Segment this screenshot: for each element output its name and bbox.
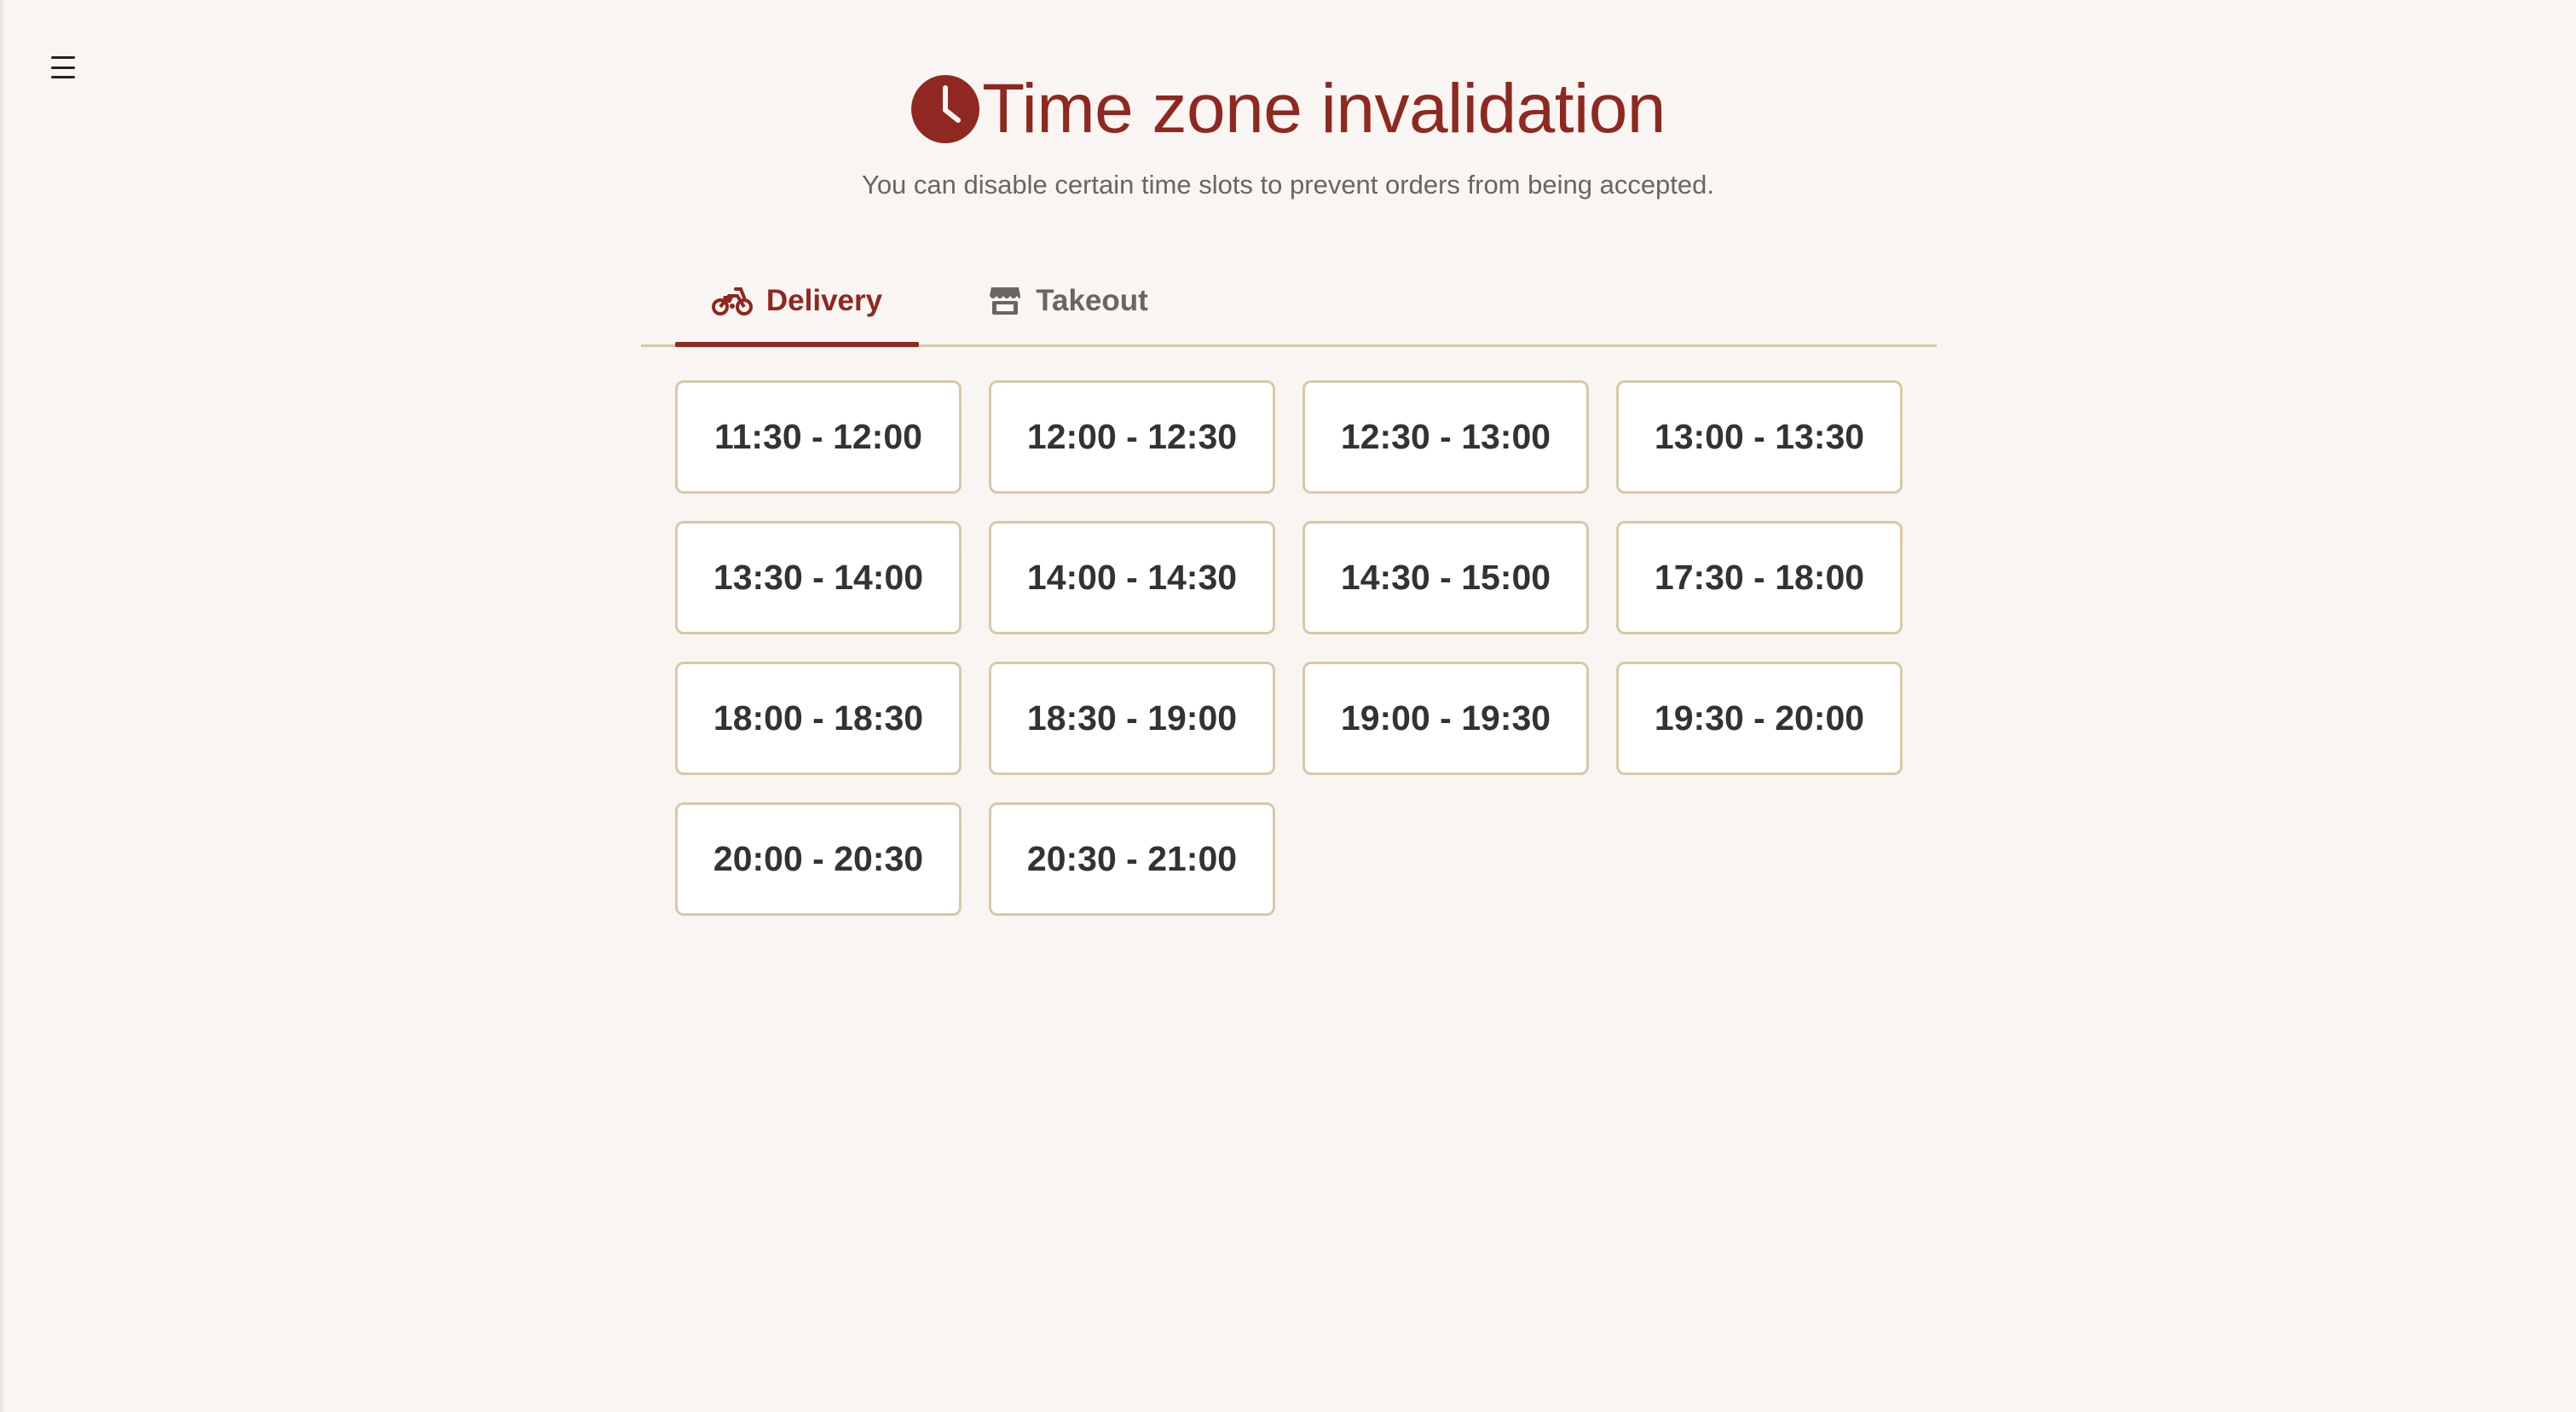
menu-line (51, 56, 75, 59)
time-slot-button[interactable]: 20:00 - 20:30 (675, 802, 962, 916)
page-header: Time zone invalidation You can disable c… (0, 68, 2576, 201)
time-slot-button[interactable]: 18:30 - 19:00 (989, 662, 1275, 775)
tab-delivery[interactable]: Delivery (675, 258, 919, 347)
time-slot-button[interactable]: 12:00 - 12:30 (989, 380, 1275, 494)
store-icon (988, 284, 1022, 318)
time-slot-button[interactable]: 12:30 - 13:00 (1302, 380, 1589, 494)
tab-bar: Delivery Takeout (641, 258, 1937, 347)
motorcycle-icon (711, 286, 753, 316)
time-slot-button[interactable]: 11:30 - 12:00 (675, 380, 962, 494)
title-row: Time zone invalidation (910, 68, 1666, 150)
time-slot-button[interactable]: 19:00 - 19:30 (1302, 662, 1589, 775)
time-slot-button[interactable]: 20:30 - 21:00 (989, 802, 1275, 916)
time-slot-button[interactable]: 14:00 - 14:30 (989, 521, 1275, 634)
page-subtitle: You can disable certain time slots to pr… (861, 170, 1715, 200)
tab-label: Takeout (1036, 284, 1148, 317)
clock-icon (911, 75, 980, 143)
page-title: Time zone invalidation (982, 70, 1666, 148)
time-slot-button[interactable]: 13:30 - 14:00 (675, 521, 962, 634)
tab-takeout[interactable]: Takeout (970, 258, 1166, 344)
time-slot-button[interactable]: 13:00 - 13:30 (1616, 380, 1903, 494)
time-slot-button[interactable]: 14:30 - 15:00 (1302, 521, 1589, 634)
tab-label: Delivery (765, 284, 883, 317)
time-slot-grid: 11:30 - 12:00 12:00 - 12:30 12:30 - 13:0… (675, 380, 1903, 916)
time-slot-button[interactable]: 19:30 - 20:00 (1616, 662, 1903, 775)
time-slot-button[interactable]: 18:00 - 18:30 (675, 662, 962, 775)
time-slot-button[interactable]: 17:30 - 18:00 (1616, 521, 1903, 634)
page-edge-shadow (0, 0, 5, 1412)
